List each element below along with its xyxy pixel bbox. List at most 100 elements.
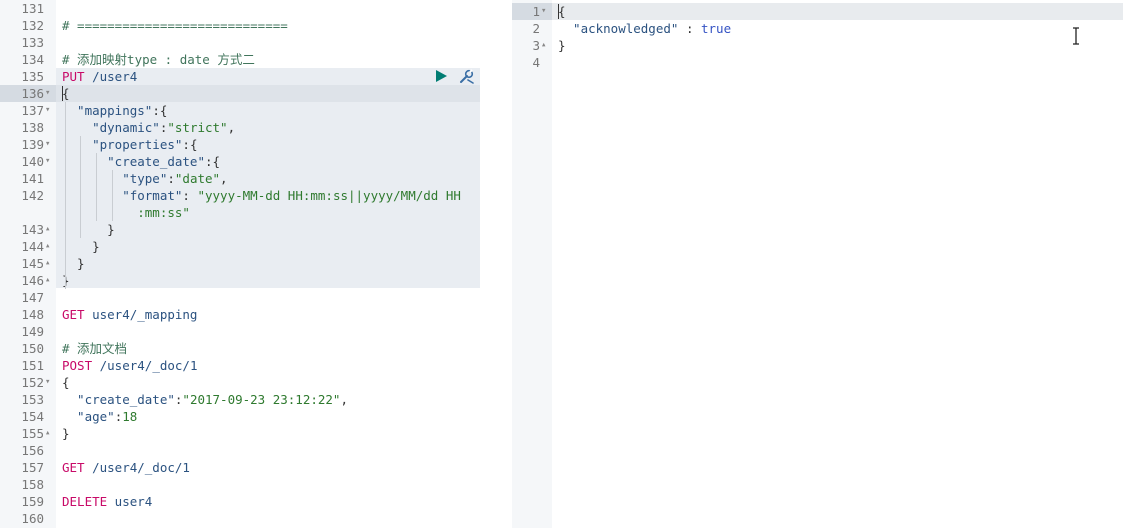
request-line[interactable]: 150 # 添加文档	[0, 340, 482, 357]
request-line[interactable]: 142 "format": "yyyy-MM-dd HH:mm:ss||yyyy…	[0, 187, 482, 204]
response-line[interactable]: 2 "acknowledged" : true	[512, 20, 1123, 37]
unfold-toggle-icon[interactable]: ▴	[45, 238, 50, 255]
code-text: "format": "yyyy-MM-dd HH:mm:ss||yyyy/MM/…	[62, 188, 461, 203]
unfold-toggle-icon[interactable]: ▴	[45, 425, 50, 442]
line-number: 135	[21, 69, 44, 84]
code-text: PUT /user4	[62, 69, 138, 84]
request-line[interactable]: 159 DELETE user4	[0, 493, 482, 510]
fold-toggle-icon[interactable]: ▾	[45, 374, 50, 391]
request-line[interactable]: 152 ▾ {	[0, 374, 482, 391]
code-text: # 添加文档	[62, 341, 128, 356]
code-text: POST /user4/_doc/1	[62, 358, 198, 373]
code-text: {	[558, 4, 566, 19]
request-line[interactable]: 146▴}	[0, 272, 482, 289]
line-number: 153	[21, 392, 44, 407]
line-number: 154	[21, 409, 44, 424]
response-line[interactable]: 4	[512, 54, 1123, 71]
line-number: 3	[532, 38, 540, 53]
request-line[interactable]: 154 "age":18	[0, 408, 482, 425]
fold-toggle-icon[interactable]: ▾	[45, 153, 50, 170]
line-number: 150	[21, 341, 44, 356]
code-text: "create_date":{	[62, 154, 221, 169]
request-line[interactable]: 153 "create_date":"2017-09-23 23:12:22",	[0, 391, 482, 408]
code-text: "dynamic":"strict",	[62, 120, 236, 135]
request-line[interactable]: 134 # 添加映射type : date 方式二	[0, 51, 482, 68]
line-number: 132	[21, 18, 44, 33]
indent-guide	[96, 153, 97, 221]
line-number: 142	[21, 188, 44, 203]
response-viewer[interactable]: 1 ▾{2 "acknowledged" : true 3 ▴} 4	[512, 0, 1123, 528]
request-line[interactable]: 141 "type":"date",	[0, 170, 482, 187]
request-line[interactable]: 136 ▾ {	[0, 85, 482, 102]
request-line[interactable]: 137 ▾ "mappings":{	[0, 102, 482, 119]
request-line[interactable]: 151 POST /user4/_doc/1	[0, 357, 482, 374]
request-line[interactable]: 155 ▴}	[0, 425, 482, 442]
line-number: 159	[21, 494, 44, 509]
code-text: }	[62, 239, 100, 254]
play-icon[interactable]	[436, 70, 447, 82]
code-text: "acknowledged" : true	[558, 21, 732, 36]
code-text: GET user4/_mapping	[62, 307, 198, 322]
request-line[interactable]: 156	[0, 442, 482, 459]
unfold-toggle-icon[interactable]: ▴	[541, 37, 546, 54]
code-text: # ============================	[62, 18, 288, 33]
request-line[interactable]: 138 "dynamic":"strict",	[0, 119, 482, 136]
line-number: 2	[532, 21, 540, 36]
line-number: 143	[21, 222, 44, 237]
code-text: "age":18	[62, 409, 138, 424]
indent-guide	[112, 170, 113, 221]
request-line[interactable]: 140 ▾ "create_date":{	[0, 153, 482, 170]
line-number: 140	[21, 154, 44, 169]
request-line[interactable]: 133	[0, 34, 482, 51]
line-number: 133	[21, 35, 44, 50]
request-line[interactable]: 157 GET /user4/_doc/1	[0, 459, 482, 476]
line-number: 139	[21, 137, 44, 152]
fold-toggle-icon[interactable]: ▾	[45, 102, 50, 119]
fold-toggle-icon[interactable]: ▾	[541, 3, 546, 20]
line-number: 157	[21, 460, 44, 475]
code-text: # 添加映射type : date 方式二	[62, 52, 255, 67]
unfold-toggle-icon[interactable]: ▴	[45, 221, 50, 238]
code-text: "type":"date",	[62, 171, 228, 186]
request-line[interactable]: 158	[0, 476, 482, 493]
line-number: 147	[21, 290, 44, 305]
line-number: 156	[21, 443, 44, 458]
request-line[interactable]: 145 ▴ }	[0, 255, 482, 272]
request-line[interactable]: 143 ▴ }	[0, 221, 482, 238]
code-text: }	[558, 38, 566, 53]
request-line[interactable]: 147	[0, 289, 482, 306]
line-number: 137	[21, 103, 44, 118]
line-number: 158	[21, 477, 44, 492]
request-line[interactable]: 160	[0, 510, 482, 527]
request-line[interactable]: 144 ▴ }	[0, 238, 482, 255]
code-text: "create_date":"2017-09-23 23:12:22",	[62, 392, 348, 407]
request-line[interactable]: 135 PUT /user4	[0, 68, 482, 85]
code-text: {	[62, 86, 70, 101]
fold-toggle-icon[interactable]: ▾	[45, 85, 50, 102]
request-line[interactable]: 131	[0, 0, 482, 17]
indent-guide	[80, 136, 81, 238]
code-text: :mm:ss"	[62, 205, 190, 220]
line-number: 138	[21, 120, 44, 135]
response-gutter	[512, 0, 552, 528]
request-line[interactable]: 148 GET user4/_mapping	[0, 306, 482, 323]
indent-guide	[65, 102, 66, 289]
request-line[interactable]: :mm:ss"	[0, 204, 482, 221]
unfold-toggle-icon[interactable]: ▴	[45, 272, 50, 289]
unfold-toggle-icon[interactable]: ▴	[45, 255, 50, 272]
code-text: }	[62, 222, 115, 237]
wrench-icon[interactable]	[458, 69, 476, 85]
line-number: 152	[21, 375, 44, 390]
line-number: 145	[21, 256, 44, 271]
line-number: 144	[21, 239, 44, 254]
request-editor[interactable]: 131 132 # ============================ 133 1…	[0, 0, 482, 528]
line-number: 1	[532, 4, 540, 19]
line-number: 160	[21, 511, 44, 526]
response-line[interactable]: 1 ▾ {	[512, 3, 1123, 20]
request-line[interactable]: 132 # ============================	[0, 17, 482, 34]
request-line[interactable]: 139 ▾ "properties":{	[0, 136, 482, 153]
response-line[interactable]: 3 ▴}	[512, 37, 1123, 54]
request-line[interactable]: 149	[0, 323, 482, 340]
fold-toggle-icon[interactable]: ▾	[45, 136, 50, 153]
code-text: DELETE user4	[62, 494, 153, 509]
